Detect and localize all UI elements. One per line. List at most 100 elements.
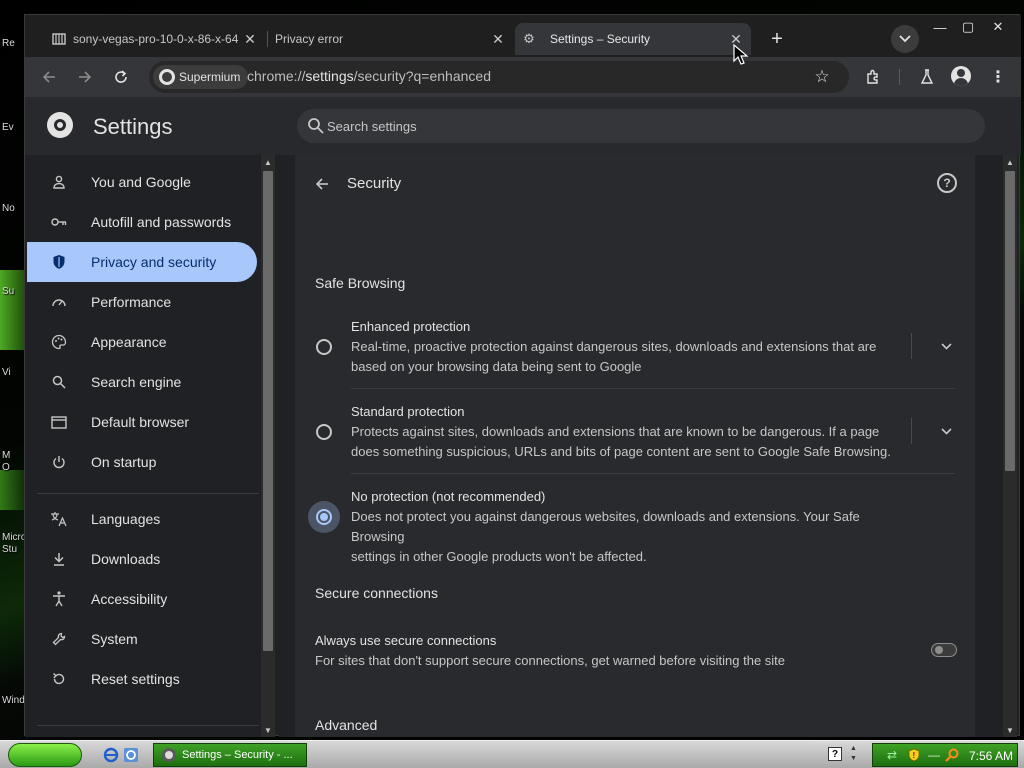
sidebar-item-label: On startup xyxy=(91,454,157,470)
reload-button[interactable] xyxy=(109,65,133,89)
sidebar-item-label: You and Google xyxy=(91,174,191,190)
site-info-chip[interactable]: Supermium xyxy=(153,65,249,89)
help-icon[interactable]: ? xyxy=(937,173,957,193)
sidebar-item-appearance[interactable]: Appearance xyxy=(27,322,257,362)
sidebar-item-autofill[interactable]: Autofill and passwords xyxy=(27,202,257,242)
internet-explorer-icon[interactable] xyxy=(102,746,120,764)
settings-search-box[interactable] xyxy=(297,109,985,143)
bookmark-star-button[interactable]: ☆ xyxy=(811,66,833,88)
radio-button[interactable] xyxy=(316,339,332,355)
tab-settings-security[interactable]: ⚙ Settings – Security ✕ xyxy=(515,23,751,55)
new-tab-button[interactable]: + xyxy=(765,27,789,51)
arrow-right-icon xyxy=(79,71,92,83)
search-icon xyxy=(308,118,324,134)
toolbar-separator xyxy=(899,69,900,85)
sidebar-item-downloads[interactable]: Downloads xyxy=(27,539,257,579)
option-description: Real-time, proactive protection against … xyxy=(351,337,911,377)
scroll-up-icon[interactable]: ▲ xyxy=(261,155,275,169)
sidebar-scrollbar[interactable]: ▲ ▼ xyxy=(261,155,275,737)
tray-expand-icon[interactable]: ▲ ▼ xyxy=(850,744,857,764)
radio-button-checked[interactable] xyxy=(316,509,332,525)
expand-button[interactable] xyxy=(935,420,957,442)
tab-download[interactable]: sony-vegas-pro-10-0-x-86-x-64 di ✕ xyxy=(45,23,265,55)
sidebar-item-accessibility[interactable]: Accessibility xyxy=(27,579,257,619)
section-heading-secure-connections: Secure connections xyxy=(315,585,438,601)
sidebar-item-default-browser[interactable]: Default browser xyxy=(27,402,257,442)
main-scrollbar[interactable]: ▲ ▼ xyxy=(1003,155,1017,737)
sidebar-item-label: Search engine xyxy=(91,374,182,390)
reset-icon xyxy=(49,669,69,689)
tab-strip: sony-vegas-pro-10-0-x-86-x-64 di ✕ Priva… xyxy=(25,15,1021,57)
desktop-icon-label[interactable]: Su xyxy=(2,286,24,297)
extensions-button[interactable] xyxy=(861,65,885,89)
back-arrow-button[interactable] xyxy=(311,173,333,195)
back-button[interactable] xyxy=(37,65,61,89)
security-shield-tray-icon[interactable]: ! xyxy=(907,748,921,762)
sidebar-item-label: System xyxy=(91,631,138,647)
sidebar-item-search-engine[interactable]: Search engine xyxy=(27,362,257,402)
scrollbar-thumb[interactable] xyxy=(1005,171,1015,471)
scroll-down-icon[interactable]: ▼ xyxy=(1003,723,1017,737)
always-secure-description: For sites that don't support secure conn… xyxy=(315,653,786,668)
sidebar-item-performance[interactable]: Performance xyxy=(27,282,257,322)
option-description-line: Real-time, proactive protection against … xyxy=(351,339,877,354)
network-tray-icon[interactable]: ⇄ xyxy=(885,748,899,762)
sidebar-item-privacy-and-security[interactable]: Privacy and security xyxy=(27,242,257,282)
person-icon xyxy=(49,172,69,192)
start-button[interactable] xyxy=(8,743,82,767)
tab-privacy-error[interactable]: Privacy error ✕ xyxy=(247,23,513,55)
browser-quicklaunch-icon[interactable] xyxy=(122,746,140,764)
maximize-button[interactable]: ▢ xyxy=(953,17,983,37)
radio-button[interactable] xyxy=(316,424,332,440)
profile-avatar-icon[interactable] xyxy=(951,66,971,86)
volume-tray-icon[interactable]: — xyxy=(927,748,941,762)
chevron-down-icon xyxy=(940,342,952,350)
desktop-icon-label[interactable]: Re xyxy=(2,38,24,49)
url-scheme: chrome:// xyxy=(247,68,306,84)
always-secure-toggle[interactable] xyxy=(931,643,957,657)
svg-text:!: ! xyxy=(913,751,916,760)
shield-icon xyxy=(49,252,69,272)
taskbar-button-settings[interactable]: Settings – Security - ... xyxy=(153,743,307,767)
browser-logo-icon xyxy=(159,69,175,85)
scrollbar-thumb[interactable] xyxy=(263,171,273,651)
sidebar-item-on-startup[interactable]: On startup xyxy=(27,442,257,482)
scroll-down-icon[interactable]: ▼ xyxy=(261,723,275,737)
tab-title: Settings – Security xyxy=(550,32,651,46)
expand-separator xyxy=(911,418,912,444)
menu-kebab-icon[interactable]: ⋮ xyxy=(986,65,1010,89)
desktop-icon-label[interactable]: No xyxy=(2,203,24,214)
expand-button[interactable] xyxy=(935,335,957,357)
sidebar-item-label: Appearance xyxy=(91,334,167,350)
security-card: Security ? Safe Browsing Enhanced protec… xyxy=(295,155,975,737)
sidebar-item-you-and-google[interactable]: You and Google xyxy=(27,162,257,202)
sidebar-item-reset-settings[interactable]: Reset settings xyxy=(27,659,257,699)
sidebar-item-system[interactable]: System xyxy=(27,619,257,659)
sidebar-item-languages[interactable]: Languages xyxy=(27,499,257,539)
taskbar-button-label: Settings – Security - ... xyxy=(182,749,293,761)
sidebar-item-label: Default browser xyxy=(91,414,190,430)
sidebar-item-label: Autofill and passwords xyxy=(91,214,232,230)
search-input[interactable] xyxy=(327,116,927,136)
always-secure-label: Always use secure connections xyxy=(315,633,497,648)
tab-search-button[interactable] xyxy=(891,25,919,53)
option-description-line: Protects against sites, downloads and ex… xyxy=(351,424,880,439)
minimize-button[interactable]: — xyxy=(925,17,955,37)
desktop-icon-label[interactable]: Vi xyxy=(2,367,24,378)
close-window-button[interactable]: ✕ xyxy=(983,17,1013,37)
close-icon[interactable]: ✕ xyxy=(489,30,507,48)
option-description-line: based on your browsing data being sent t… xyxy=(351,359,642,374)
url-path: /security?q=enhanced xyxy=(353,68,491,84)
help-tray-icon[interactable]: ? xyxy=(828,747,842,761)
reload-icon xyxy=(115,70,127,83)
labs-button[interactable] xyxy=(915,65,939,89)
url-text[interactable]: chrome://settings/security?q=enhanced xyxy=(247,68,491,84)
scroll-up-icon[interactable]: ▲ xyxy=(1003,155,1017,169)
desktop-icon-label[interactable]: Ev xyxy=(2,122,24,133)
desktop-icon-label[interactable]: Micro Stu xyxy=(2,532,24,556)
search-tray-icon[interactable] xyxy=(945,748,959,762)
desktop-icon-label[interactable]: M O xyxy=(2,450,24,474)
arrow-left-icon xyxy=(315,178,328,190)
desktop-icon-label[interactable]: Wind xyxy=(2,695,24,706)
forward-button[interactable] xyxy=(73,65,97,89)
